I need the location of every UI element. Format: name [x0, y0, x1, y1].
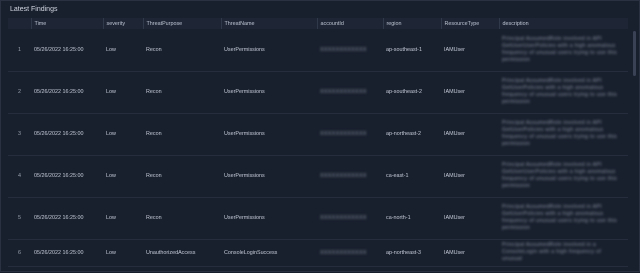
cell-account-id: XXXXXXXXXXXX [317, 113, 383, 156]
cell-threat-name: ConsoleLoginSuccess [221, 239, 317, 267]
cell-time: 05/26/2022 16:25:00 [31, 113, 103, 156]
cell-description: Principal AssumedRole involved in API Ge… [499, 155, 628, 198]
table-header-row: Time severity ThreatPurpose ThreatName a… [8, 18, 628, 29]
column-header-description[interactable]: description [499, 18, 628, 29]
cell-account-id: XXXXXXXXXXXX [317, 71, 383, 114]
cell-resource-type: IAMUser [441, 155, 499, 198]
cell-time: 05/26/2022 16:25:00 [31, 197, 103, 240]
row-index: 4 [8, 155, 31, 198]
cell-resource-type: IAMUser [441, 29, 499, 72]
column-header-index[interactable] [8, 18, 32, 29]
cell-region: ca-north-1 [383, 197, 441, 240]
cell-account-id: XXXXXXXXXXXX [317, 239, 383, 267]
column-header-resource-type[interactable]: ResourceType [441, 18, 500, 29]
vertical-scrollbar[interactable] [633, 31, 636, 76]
cell-severity: Low [103, 239, 143, 267]
cell-resource-type: IAMUser [441, 197, 499, 240]
cell-region: ca-east-1 [383, 155, 441, 198]
cell-severity: Low [103, 71, 143, 114]
table-row[interactable]: 6 05/26/2022 16:25:00 Low UnauthorizedAc… [8, 239, 628, 267]
panel-title: Latest Findings [10, 6, 58, 13]
cell-threat-purpose: Recon [143, 29, 221, 72]
cell-resource-type: IAMUser [441, 239, 499, 267]
table-row[interactable]: 3 05/26/2022 16:25:00 Low Recon UserPerm… [8, 113, 628, 156]
row-index: 3 [8, 113, 31, 156]
row-index: 5 [8, 197, 31, 240]
cell-region: ap-southeast-1 [383, 29, 441, 72]
cell-resource-type: IAMUser [441, 113, 499, 156]
cell-severity: Low [103, 197, 143, 240]
row-index: 2 [8, 71, 31, 114]
cell-threat-name: UserPermissions [221, 155, 317, 198]
cell-resource-type: IAMUser [441, 71, 499, 114]
cell-threat-purpose: Recon [143, 155, 221, 198]
table-row[interactable]: 2 05/26/2022 16:25:00 Low Recon UserPerm… [8, 71, 628, 114]
table-row[interactable]: 5 05/26/2022 16:25:00 Low Recon UserPerm… [8, 197, 628, 240]
column-header-threat-name[interactable]: ThreatName [221, 18, 318, 29]
cell-time: 05/26/2022 16:25:00 [31, 155, 103, 198]
cell-threat-name: UserPermissions [221, 29, 317, 72]
column-header-region[interactable]: region [383, 18, 442, 29]
cell-time: 05/26/2022 16:25:00 [31, 29, 103, 72]
cell-description: Principal AssumedRole involved in API Ge… [499, 197, 628, 240]
findings-panel: Latest Findings Time severity ThreatPurp… [0, 0, 640, 272]
cell-description: Principal AssumedRole involved in API Ge… [499, 29, 628, 72]
cell-account-id: XXXXXXXXXXXX [317, 155, 383, 198]
cell-description: Principal AssumedRole involved in API Ge… [499, 113, 628, 156]
cell-threat-name: UserPermissions [221, 71, 317, 114]
cell-region: ap-northeast-3 [383, 239, 441, 267]
cell-threat-name: UserPermissions [221, 113, 317, 156]
column-header-account-id[interactable]: accountId [317, 18, 384, 29]
cell-account-id: XXXXXXXXXXXX [317, 29, 383, 72]
cell-severity: Low [103, 113, 143, 156]
cell-threat-name: UserPermissions [221, 197, 317, 240]
findings-table: Time severity ThreatPurpose ThreatName a… [8, 18, 628, 267]
cell-severity: Low [103, 155, 143, 198]
cell-account-id: XXXXXXXXXXXX [317, 197, 383, 240]
cell-description: Principal AssumedRole involved in API Ge… [499, 71, 628, 114]
cell-severity: Low [103, 29, 143, 72]
row-index: 1 [8, 29, 31, 72]
cell-time: 05/26/2022 16:25:00 [31, 71, 103, 114]
cell-threat-purpose: UnauthorizedAccess [143, 239, 221, 267]
column-header-time[interactable]: Time [31, 18, 104, 29]
table-row[interactable]: 1 05/26/2022 16:25:00 Low Recon UserPerm… [8, 29, 628, 72]
column-header-threat-purpose[interactable]: ThreatPurpose [143, 18, 222, 29]
cell-time: 05/26/2022 16:25:00 [31, 239, 103, 267]
cell-region: ap-southeast-2 [383, 71, 441, 114]
cell-threat-purpose: Recon [143, 113, 221, 156]
cell-region: ap-northeast-2 [383, 113, 441, 156]
cell-threat-purpose: Recon [143, 197, 221, 240]
cell-threat-purpose: Recon [143, 71, 221, 114]
table-row[interactable]: 4 05/26/2022 16:25:00 Low Recon UserPerm… [8, 155, 628, 198]
cell-description: Principal AssumedRole involved in a Cons… [499, 239, 628, 267]
row-index: 6 [8, 239, 31, 267]
findings-table-container: Time severity ThreatPurpose ThreatName a… [8, 18, 628, 273]
column-header-severity[interactable]: severity [103, 18, 144, 29]
